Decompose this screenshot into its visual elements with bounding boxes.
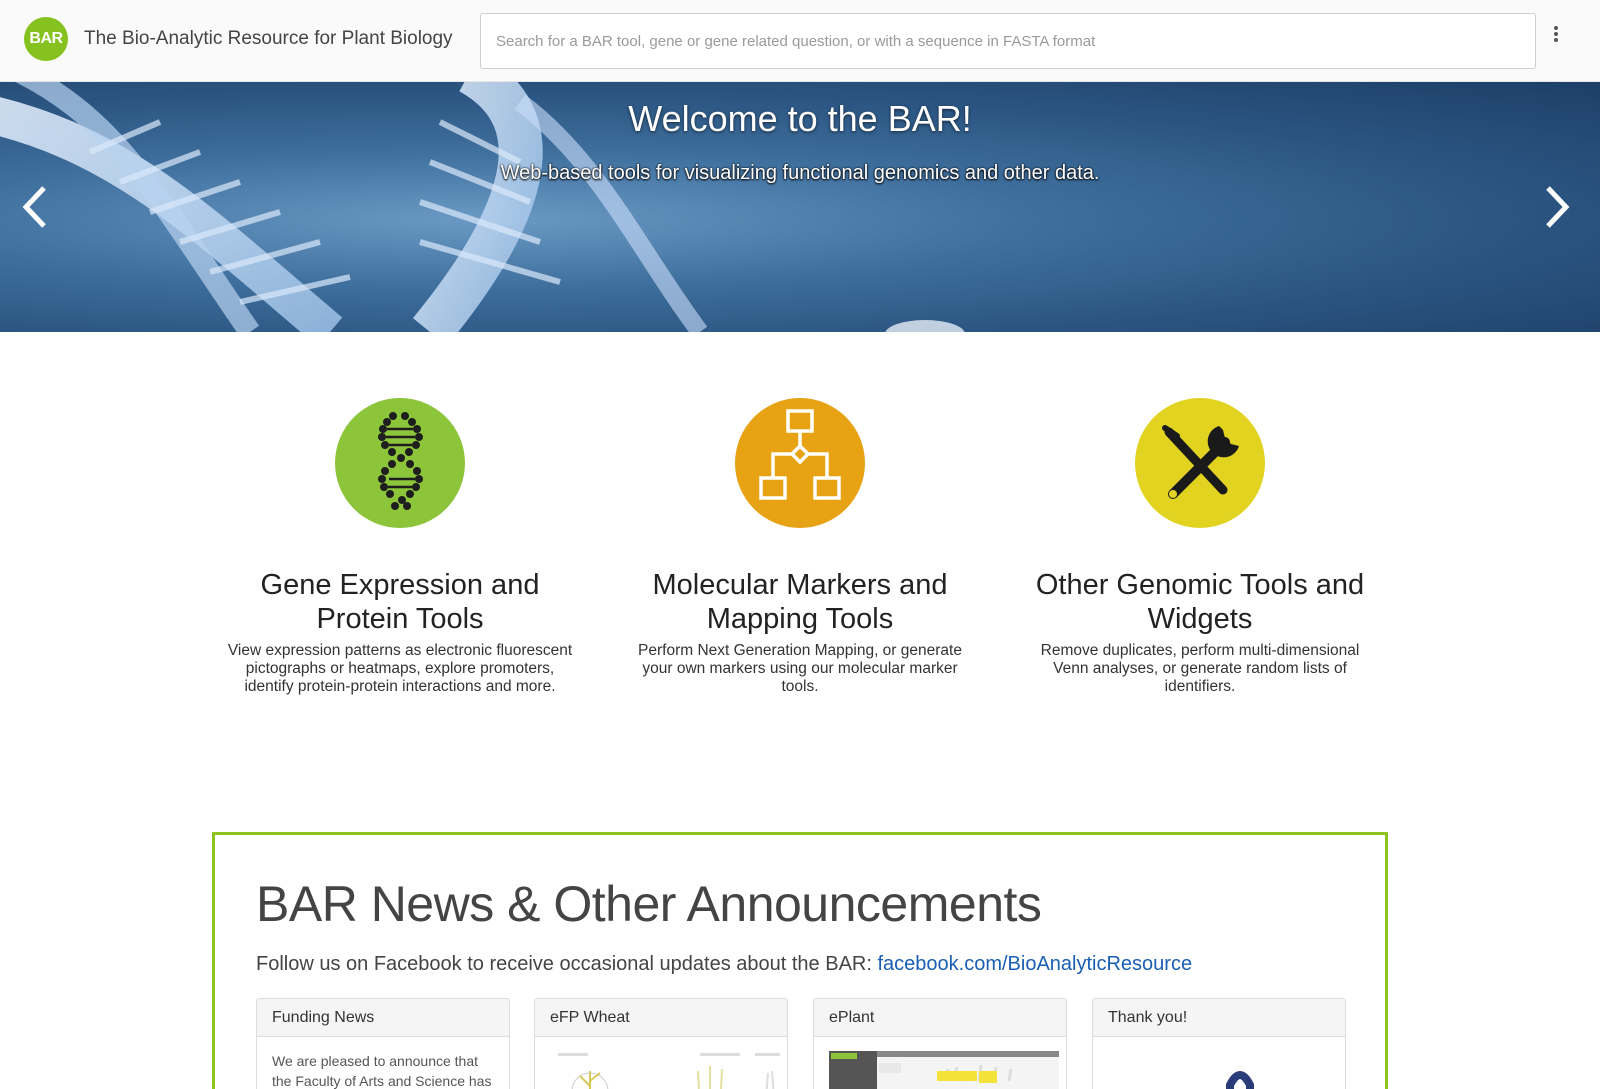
eplant-screenshot-image	[829, 1051, 1059, 1089]
hero-title: Welcome to the BAR!	[628, 98, 972, 139]
feature-gene-expression[interactable]: Gene Expression and Protein Tools View e…	[220, 398, 580, 696]
facebook-follow-text: Follow us on Facebook to receive occasio…	[256, 953, 1192, 976]
dna-icon[interactable]	[335, 398, 465, 528]
bar-logo[interactable]: BAR	[24, 17, 68, 61]
site-title[interactable]: The Bio-Analytic Resource for Plant Biol…	[84, 28, 453, 50]
feature-description: Perform Next Generation Mapping, or gene…	[638, 642, 962, 695]
news-card-eplant[interactable]: ePlant	[813, 998, 1067, 1089]
feature-title[interactable]: Molecular Markers and Mapping Tools	[620, 568, 980, 636]
card-title[interactable]: Thank you!	[1093, 999, 1345, 1037]
thank-you-image	[1226, 1071, 1254, 1089]
card-body: We are pleased to announce that the Facu…	[272, 1053, 492, 1089]
facebook-link[interactable]: facebook.com/BioAnalyticResource	[877, 953, 1192, 975]
card-image-eplant[interactable]	[814, 1037, 1066, 1089]
search-input[interactable]	[480, 13, 1536, 69]
carousel-prev-chevron-left-icon[interactable]	[14, 182, 54, 232]
feature-molecular-markers[interactable]: Molecular Markers and Mapping Tools Perf…	[620, 398, 980, 696]
wheat-diagram-image	[558, 1053, 780, 1089]
more-menu-icon[interactable]	[1548, 24, 1564, 48]
card-image-thank-you[interactable]	[1093, 1037, 1345, 1089]
feature-other-tools[interactable]: Other Genomic Tools and Widgets Remove d…	[1020, 398, 1380, 696]
flowchart-icon[interactable]	[735, 398, 865, 528]
feature-title[interactable]: Gene Expression and Protein Tools	[220, 568, 580, 636]
tools-icon[interactable]	[1135, 398, 1265, 528]
card-title[interactable]: eFP Wheat	[535, 999, 787, 1037]
card-title[interactable]: ePlant	[814, 999, 1066, 1037]
card-title[interactable]: Funding News	[257, 999, 509, 1037]
news-section: BAR News & Other Announcements Follow us…	[212, 832, 1388, 1089]
feature-description: View expression patterns as electronic f…	[227, 642, 573, 695]
feature-title[interactable]: Other Genomic Tools and Widgets	[1020, 568, 1380, 636]
top-header: BAR The Bio-Analytic Resource for Plant …	[0, 0, 1600, 82]
hero-carousel: Welcome to the BAR! Web-based tools for …	[0, 82, 1600, 332]
news-title: BAR News & Other Announcements	[256, 876, 1042, 932]
news-card-funding[interactable]: Funding News We are pleased to announce …	[256, 998, 510, 1089]
carousel-next-chevron-right-icon[interactable]	[1538, 182, 1578, 232]
news-card-efp-wheat[interactable]: eFP Wheat	[534, 998, 788, 1089]
news-card-thank-you[interactable]: Thank you!	[1092, 998, 1346, 1089]
follow-label: Follow us on Facebook to receive occasio…	[256, 953, 878, 975]
hero-subtitle: Web-based tools for visualizing function…	[500, 162, 1100, 184]
card-image-wheat[interactable]	[535, 1037, 787, 1089]
feature-description: Remove duplicates, perform multi-dimensi…	[1040, 642, 1360, 695]
